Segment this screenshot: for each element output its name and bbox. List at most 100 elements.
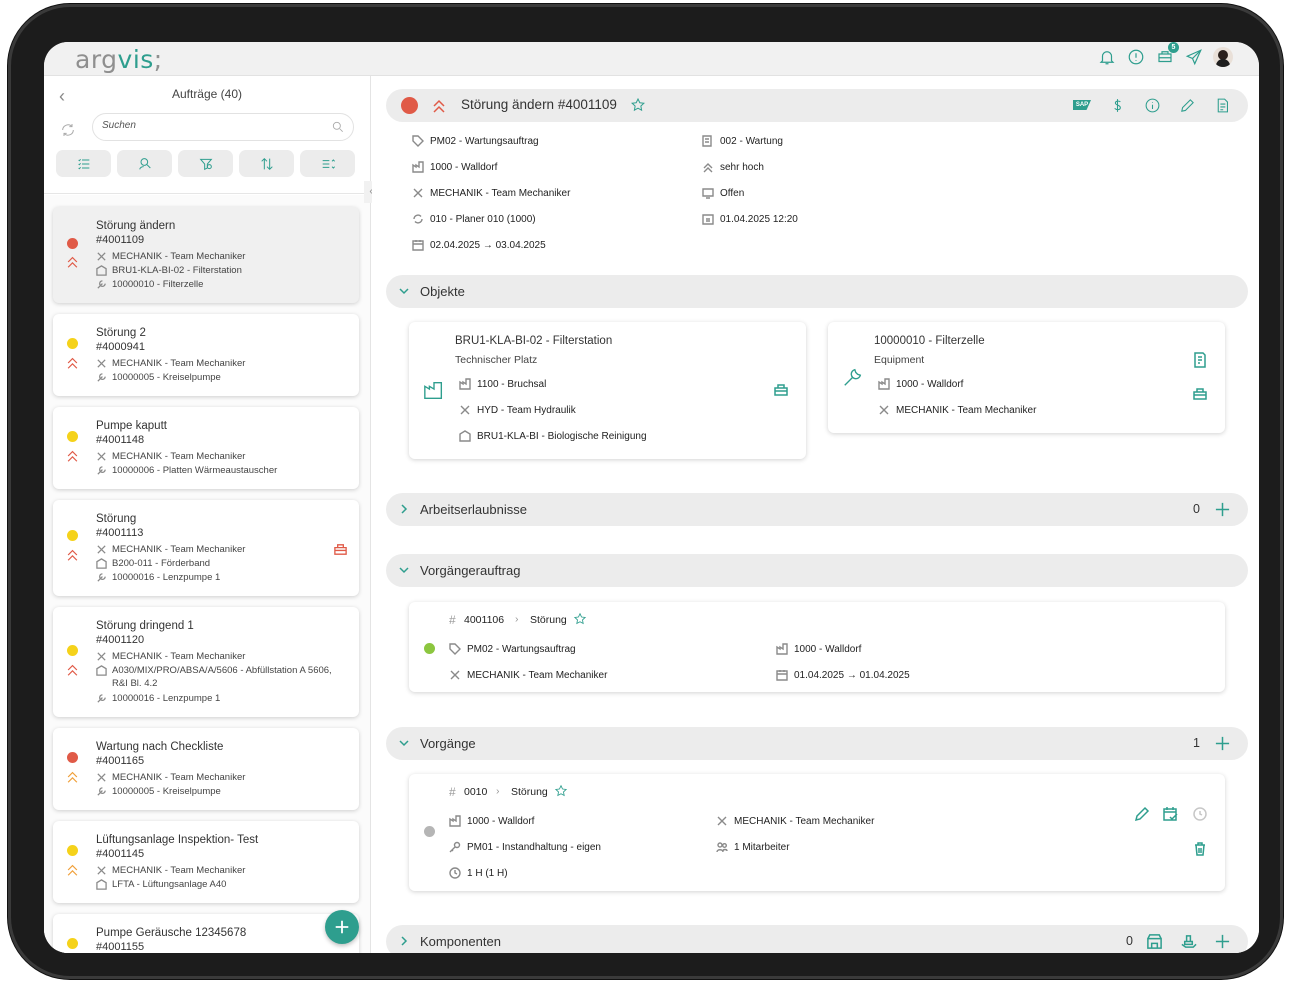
meta-text: MECHANIK - Team Mechaniker	[467, 669, 608, 681]
section-title: Objekte	[420, 284, 465, 299]
order-line-text: 10000005 - Kreiselpumpe	[112, 786, 221, 797]
wrench-icon	[96, 279, 107, 290]
info-icon[interactable]	[1143, 96, 1161, 114]
operation-number: 0010	[464, 786, 488, 798]
plant-icon	[412, 161, 424, 173]
top-icons: 5	[1097, 42, 1233, 67]
status-dot	[67, 845, 78, 856]
alert-icon[interactable]	[1126, 47, 1146, 67]
order-history-icon[interactable]	[773, 382, 789, 398]
orders-icon[interactable]: 5	[1155, 42, 1179, 67]
clock-icon	[449, 867, 461, 879]
section-komponenten[interactable]: Komponenten 0	[386, 925, 1248, 953]
section-vorgaengerauftrag[interactable]: Vorgängerauftrag	[386, 554, 1248, 587]
hand-parts-icon[interactable]	[1180, 933, 1197, 950]
operation-card[interactable]: # 0010 › Störung 1000 - Walldorf PM01 - …	[409, 774, 1225, 891]
order-line-text: BRU1-KLA-BI-02 - Filterstation	[112, 265, 242, 276]
chevron-down-icon	[398, 736, 410, 750]
operation-team: MECHANIK - Team Mechaniker	[716, 815, 874, 827]
section-objekte[interactable]: Objekte	[386, 275, 1248, 308]
logo-text-2: vis	[117, 45, 154, 74]
object-team: HYD - Team Hydraulik	[459, 404, 576, 416]
edit-icon[interactable]	[1178, 96, 1196, 114]
order-item[interactable]: Pumpe kaputt #4001148 MECHANIK - Team Me…	[53, 407, 359, 489]
store-icon[interactable]	[1146, 933, 1163, 950]
order-item[interactable]: Pumpe Geräusche 12345678 #4001155	[53, 914, 359, 953]
order-item[interactable]: Wartung nach Checkliste #4001165 MECHANI…	[53, 728, 359, 810]
object-type: Equipment	[874, 354, 925, 366]
user-avatar[interactable]	[1213, 47, 1233, 67]
add-component-button[interactable]	[1214, 933, 1231, 950]
predecessor-label: Störung	[530, 614, 567, 626]
order-title: Lüftungsanlage Inspektion- Test	[96, 834, 259, 846]
order-team: MECHANIK - Team Mechaniker	[96, 864, 346, 877]
predecessor-card[interactable]: # 4001106 › Störung PM02 - Wartungsauftr…	[409, 602, 1225, 692]
section-arbeitserlaubnisse[interactable]: Arbeitserlaubnisse 0	[386, 493, 1248, 526]
order-item[interactable]: Störung 2 #4000941 MECHANIK - Team Mecha…	[53, 314, 359, 396]
calendar-check-icon[interactable]	[1163, 806, 1179, 822]
wrench-icon	[96, 786, 107, 797]
plant-icon	[459, 378, 471, 390]
refresh-icon[interactable]	[60, 122, 76, 138]
object-title: 10000010 - Filterzelle	[874, 335, 985, 347]
order-line-text: MECHANIK - Team Mechaniker	[112, 251, 246, 262]
document-icon[interactable]	[1192, 352, 1208, 368]
order-item[interactable]: Störung ändern #4001109 MECHANIK - Team …	[53, 207, 359, 303]
meta-text: 1000 - Walldorf	[896, 378, 964, 390]
search-input[interactable]	[102, 120, 322, 131]
section-vorgaenge[interactable]: Vorgänge 1	[386, 727, 1248, 760]
location-icon	[423, 379, 445, 401]
chevron-down-icon	[398, 284, 410, 298]
trash-icon[interactable]	[1192, 841, 1208, 857]
search-person-button[interactable]	[117, 150, 172, 177]
dollar-icon[interactable]	[1108, 96, 1126, 114]
add-order-button[interactable]	[325, 910, 359, 944]
add-operation-button[interactable]	[1214, 735, 1231, 752]
add-permit-button[interactable]	[1214, 501, 1231, 518]
order-line-text: B200-011 - Förderband	[112, 558, 211, 569]
document-icon[interactable]	[1213, 96, 1231, 114]
status-dot	[67, 530, 78, 541]
checklist-button[interactable]	[56, 150, 111, 177]
section-count: 0	[1193, 502, 1200, 516]
order-item[interactable]: Lüftungsanlage Inspektion- Test #4001145…	[53, 821, 359, 903]
search-icon[interactable]	[331, 120, 345, 134]
bell-icon[interactable]	[1097, 47, 1117, 67]
tools-icon	[96, 865, 107, 876]
order-line-text: MECHANIK - Team Mechaniker	[112, 772, 246, 783]
object-card-location[interactable]: BRU1-KLA-BI-02 - Filterstation Technisch…	[409, 322, 806, 459]
wrench-icon	[96, 572, 107, 583]
order-warning-icon[interactable]	[333, 542, 348, 557]
sap-icon[interactable]: SAP	[1073, 96, 1091, 114]
star-icon[interactable]	[630, 97, 646, 113]
meta-text: 1000 - Walldorf	[794, 643, 862, 655]
tools-icon	[96, 651, 107, 662]
key-icon	[449, 841, 461, 853]
group-button[interactable]	[300, 150, 355, 177]
chevron-right-icon: ›	[496, 785, 500, 797]
meta-text: 01.04.2025 12:20	[720, 213, 798, 225]
priority-icon	[432, 98, 446, 114]
filter-button[interactable]	[178, 150, 233, 177]
star-icon[interactable]	[554, 784, 568, 798]
status-dot	[67, 431, 78, 442]
order-activity: 002 - Wartung	[702, 135, 783, 147]
timer-icon[interactable]	[1192, 806, 1208, 822]
order-item[interactable]: Störung dringend 1 #4001120 MECHANIK - T…	[53, 607, 359, 717]
tools-icon	[96, 772, 107, 783]
edit-icon[interactable]	[1134, 806, 1150, 822]
object-card-equipment[interactable]: 10000010 - Filterzelle Equipment 1000 - …	[828, 322, 1225, 433]
star-icon[interactable]	[573, 612, 587, 626]
tools-icon	[716, 815, 728, 827]
app-logo[interactable]: argvis;	[75, 45, 163, 74]
operation-key: PM01 - Instandhaltung - eigen	[449, 841, 601, 853]
sort-button[interactable]	[239, 150, 294, 177]
send-icon[interactable]	[1184, 47, 1204, 67]
chevron-right-icon: ›	[515, 613, 519, 625]
order-item[interactable]: Störung #4001113 MECHANIK - Team Mechani…	[53, 500, 359, 596]
section-title: Vorgänge	[420, 736, 476, 751]
order-history-icon[interactable]	[1192, 386, 1208, 402]
order-number: #4001155	[96, 941, 145, 953]
tools-icon	[412, 187, 424, 199]
monitor-icon	[702, 187, 714, 199]
